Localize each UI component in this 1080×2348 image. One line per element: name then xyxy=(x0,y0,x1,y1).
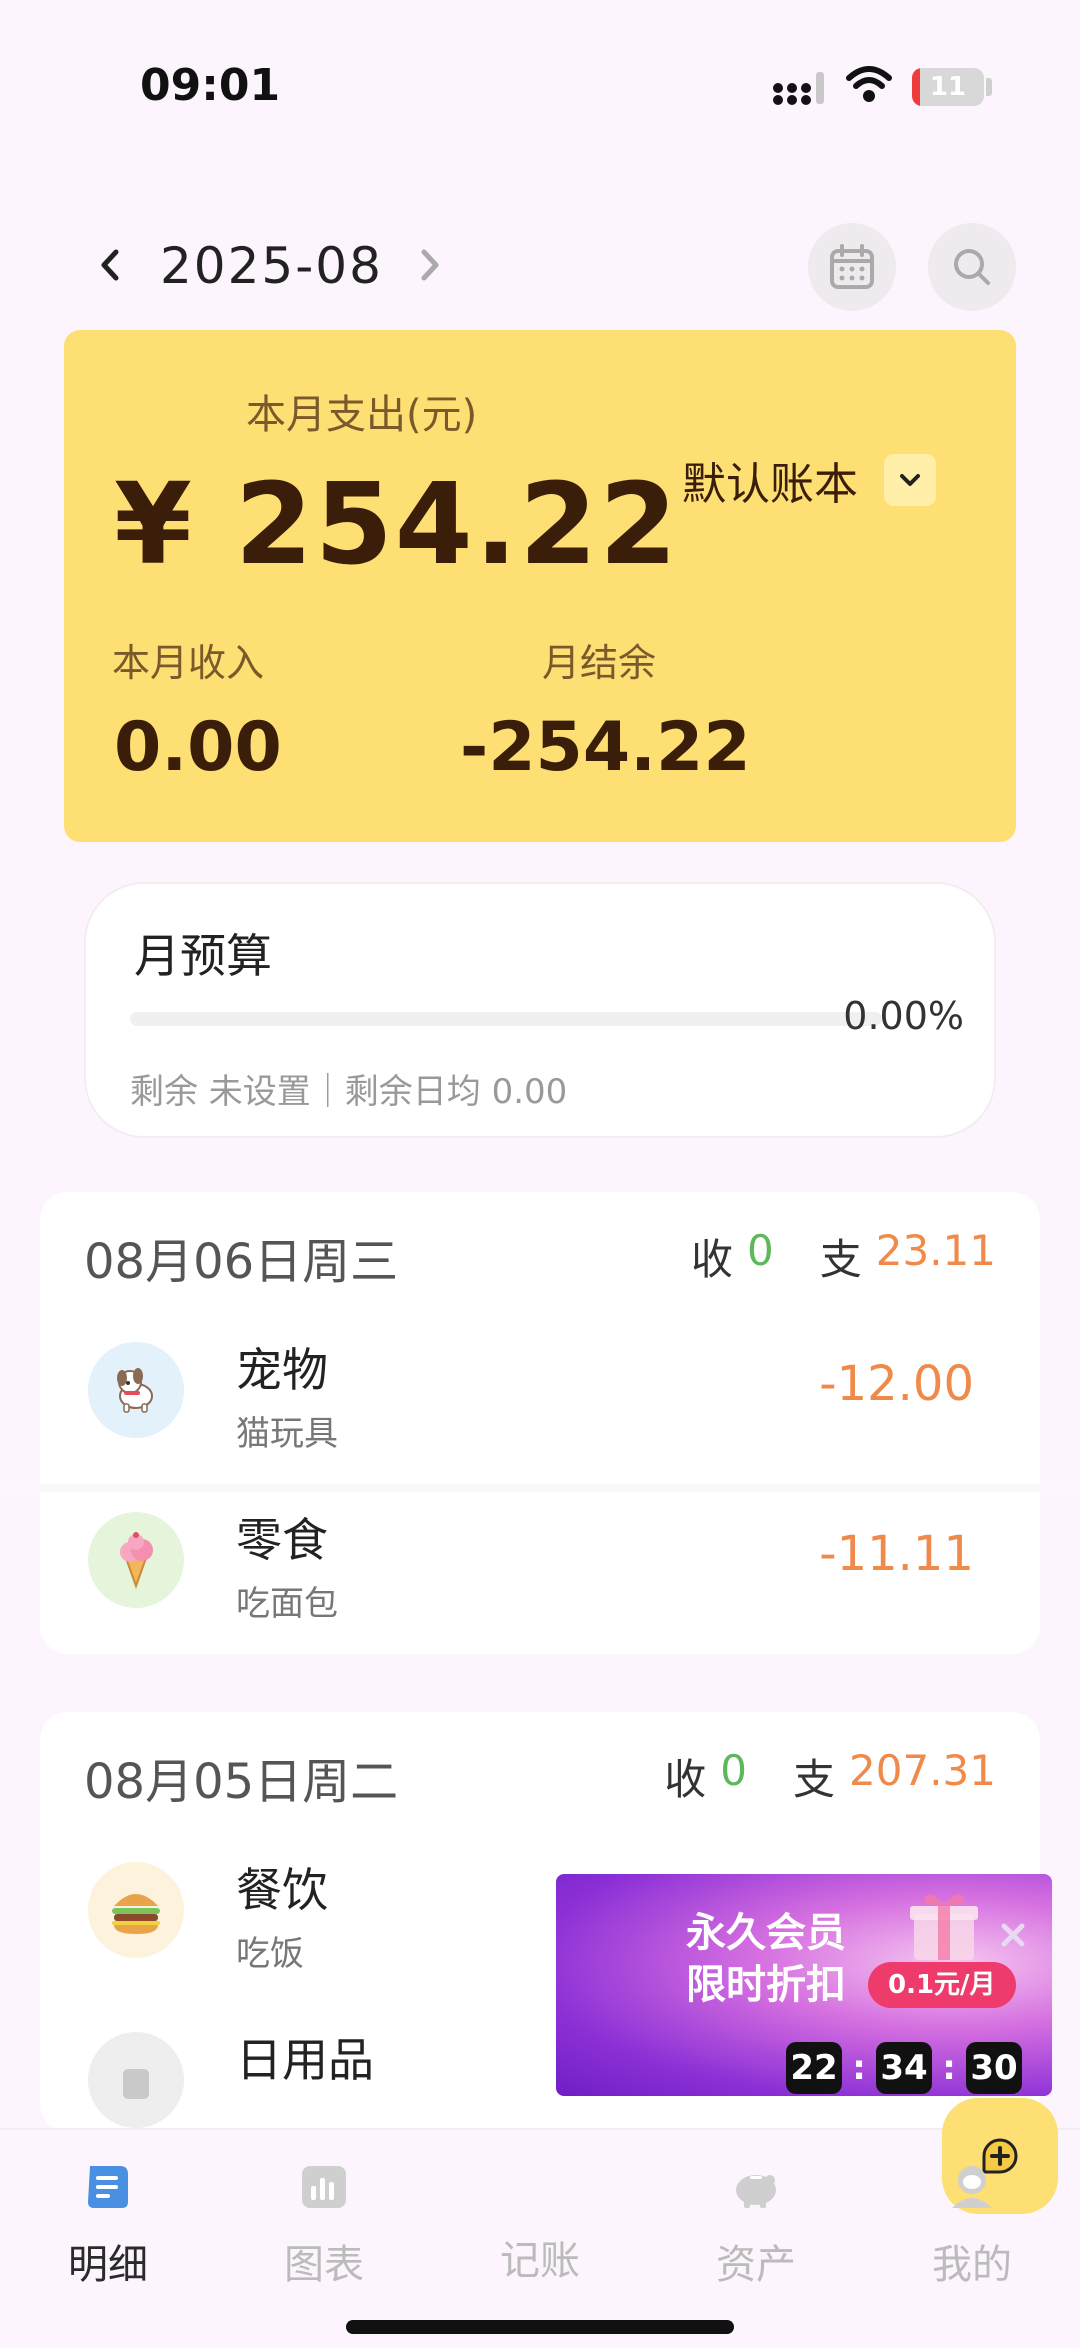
budget-title: 月预算 xyxy=(134,929,272,983)
search-icon xyxy=(954,249,990,285)
promo-subtitle: 限时折扣 xyxy=(686,1962,846,2008)
expense-total-value: 23.11 xyxy=(875,1226,996,1275)
book-name: 默认账本 xyxy=(682,459,858,510)
profile-icon xyxy=(952,2166,992,2208)
day-totals: 收 0 支 207.31 xyxy=(664,1746,996,1807)
countdown-seconds: 30 xyxy=(966,2042,1022,2094)
battery-level: 11 xyxy=(929,72,967,102)
budget-percent: 0.00% xyxy=(843,994,964,1038)
nav-label: 资产 xyxy=(716,2242,796,2288)
month-title[interactable]: 2025-08 xyxy=(160,237,383,295)
nav-item-profile[interactable]: 我的 xyxy=(892,2158,1052,2290)
nav-item-record[interactable]: 记账 xyxy=(460,2098,1058,2286)
day-group: 08月06日周三 收 0 支 23.11 宠物 猫玩具 -12.00 零食 吃面… xyxy=(40,1192,1040,1654)
balance-label: 月结余 xyxy=(542,641,657,685)
chevron-left-icon[interactable] xyxy=(90,240,130,290)
transaction-category: 餐饮 xyxy=(236,1863,328,1917)
nav-label: 我的 xyxy=(932,2242,1012,2288)
income-total-value: 0 xyxy=(747,1226,774,1275)
chevron-down-icon[interactable] xyxy=(884,454,936,506)
nav-label: 明细 xyxy=(68,2242,148,2288)
expense-total-value: 207.31 xyxy=(849,1746,996,1795)
day-date: 08月05日周二 xyxy=(84,1754,399,1810)
promo-title: 永久会员 xyxy=(686,1910,846,1956)
balance-value: -254.22 xyxy=(460,708,751,787)
status-time: 09:01 xyxy=(140,60,281,111)
day-header: 08月06日周三 收 0 支 23.11 xyxy=(40,1192,1040,1304)
budget-progress-bar xyxy=(130,1012,882,1026)
countdown-separator: : xyxy=(852,2048,866,2088)
countdown-separator: : xyxy=(942,2048,956,2088)
wifi-icon xyxy=(846,66,892,102)
nav-label: 图表 xyxy=(284,2242,364,2288)
home-indicator xyxy=(346,2320,734,2334)
chart-icon xyxy=(302,2166,346,2208)
countdown-minutes: 34 xyxy=(876,2042,932,2094)
expense-label: 本月支出(元) xyxy=(246,392,478,438)
transaction-category: 零食 xyxy=(236,1513,328,1567)
battery-indicator: 11 xyxy=(912,68,984,106)
transaction-category: 日用品 xyxy=(236,2033,374,2087)
chevron-right-icon[interactable] xyxy=(410,240,450,290)
transaction-note: 吃饭 xyxy=(236,1934,304,1974)
dog-icon xyxy=(88,1342,184,1438)
nav-item-detail[interactable]: 明细 xyxy=(28,2158,188,2290)
expense-value: ¥ 254.22 xyxy=(114,460,680,590)
nav-label: 记账 xyxy=(500,2238,580,2284)
calendar-button[interactable] xyxy=(808,223,896,311)
income-value: 0.00 xyxy=(114,708,282,787)
status-bar: 09:01 11 xyxy=(0,0,1080,140)
day-header: 08月05日周二 收 0 支 207.31 xyxy=(40,1712,1040,1824)
transaction-row[interactable]: 宠物 猫玩具 -12.00 xyxy=(40,1304,1040,1474)
book-selector[interactable]: 默认账本 xyxy=(682,450,936,510)
calendar-icon xyxy=(830,244,874,289)
row-divider xyxy=(0,1484,1080,1492)
list-icon xyxy=(88,2166,128,2208)
piggy-bank-icon xyxy=(736,2175,776,2208)
income-total-value: 0 xyxy=(720,1746,748,1795)
income-total-label: 收 xyxy=(690,1235,733,1284)
day-date: 08月06日周三 xyxy=(84,1234,399,1290)
gift-icon xyxy=(910,1894,978,1960)
income-label: 本月收入 xyxy=(112,641,265,685)
budget-remaining: 剩余 未设置｜剩余日均 0.00 xyxy=(130,1072,568,1112)
monthly-summary-card: 本月支出(元) ¥ 254.22 默认账本 本月收入 0.00 月结余 -254… xyxy=(64,330,1016,842)
battery-cap xyxy=(986,78,992,96)
expense-total-label: 支 xyxy=(793,1755,836,1804)
nav-icon-spacer xyxy=(512,2158,568,2214)
income-total-label: 收 xyxy=(664,1755,707,1804)
burger-icon xyxy=(88,1862,184,1958)
transaction-row[interactable]: 零食 吃面包 -11.11 xyxy=(40,1474,1040,1644)
budget-card[interactable]: 月预算 0.00% 剩余 未设置｜剩余日均 0.00 xyxy=(84,882,996,1138)
countdown-timer: 22 : 34 : 30 xyxy=(786,2042,1022,2094)
close-icon[interactable] xyxy=(996,1918,1030,1952)
countdown-hours: 22 xyxy=(786,2042,842,2094)
nav-item-assets[interactable]: 资产 xyxy=(676,2158,836,2290)
expense-total-label: 支 xyxy=(819,1235,862,1284)
transaction-note: 吃面包 xyxy=(236,1584,338,1624)
promo-banner[interactable]: 永久会员 限时折扣 0.1元/月 22 : 34 : 30 xyxy=(556,1874,1052,2096)
day-totals: 收 0 支 23.11 xyxy=(691,1226,996,1287)
app-screen: 09:01 11 2025-08 本月支出(元) ¥ 254.22 默认账本 本… xyxy=(0,0,1080,2348)
ice-cream-icon xyxy=(88,1512,184,1608)
transaction-category: 宠物 xyxy=(236,1343,328,1397)
daily-goods-icon xyxy=(88,2032,184,2128)
search-button[interactable] xyxy=(928,223,1016,311)
bottom-nav: 明细 图表 记账 资产 我的 xyxy=(0,2098,1080,2348)
signal-icon xyxy=(773,72,824,105)
transaction-amount: -12.00 xyxy=(819,1356,974,1412)
transaction-note: 猫玩具 xyxy=(236,1414,338,1454)
month-header: 2025-08 xyxy=(0,215,1080,315)
promo-price-badge: 0.1元/月 xyxy=(868,1962,1016,2008)
nav-item-chart[interactable]: 图表 xyxy=(244,2158,404,2290)
transaction-amount: -11.11 xyxy=(819,1526,974,1582)
